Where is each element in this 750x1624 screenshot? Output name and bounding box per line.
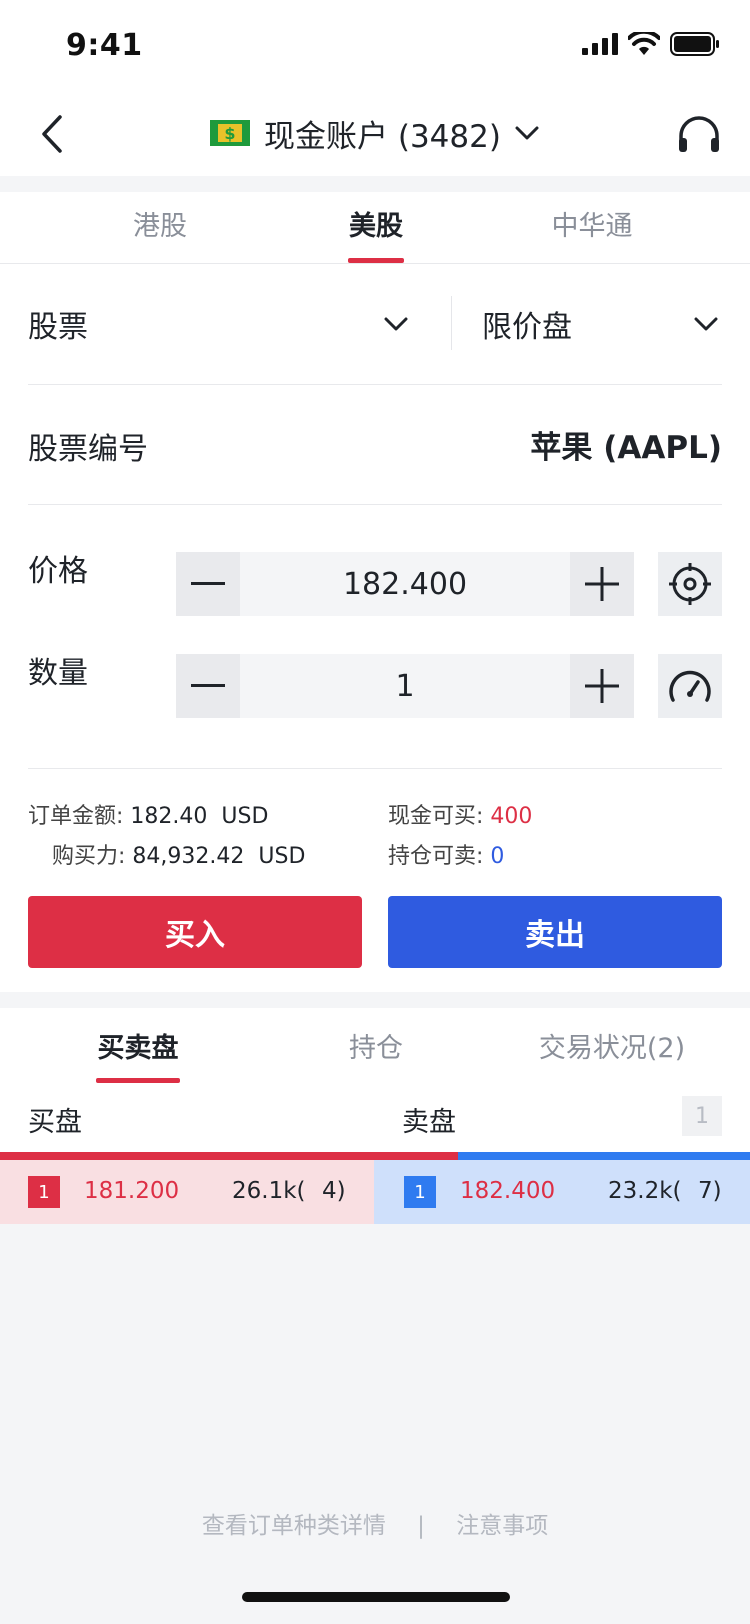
tab-order-book[interactable]: 买卖盘 xyxy=(78,1026,198,1065)
battery-icon xyxy=(670,32,719,56)
stock-code-label: 股票编号 xyxy=(28,432,148,467)
home-indicator[interactable] xyxy=(242,1592,510,1602)
divider xyxy=(28,504,722,505)
chevron-down-icon xyxy=(384,317,408,331)
nav-bar: $ 现金账户 (3482) xyxy=(0,92,750,176)
order-amount-label: 订单金额: xyxy=(28,804,124,829)
price-label: 价格 xyxy=(28,554,88,589)
type-selectors: 股票 限价盘 xyxy=(28,292,722,356)
quantity-input[interactable]: 1 xyxy=(240,669,570,704)
bid-header: 买盘 xyxy=(28,1107,82,1138)
cash-buyable-label: 现金可买: xyxy=(388,804,484,829)
minus-icon xyxy=(191,684,225,687)
bid-volume: 26.1k( xyxy=(232,1178,306,1204)
footer-separator: | xyxy=(417,1513,425,1539)
market-tabs: 港股 美股 中华通 xyxy=(0,192,750,264)
bottom-tabs: 买卖盘 持仓 交易状况(2) xyxy=(0,1008,750,1088)
max-quantity-button[interactable] xyxy=(658,654,722,718)
svg-text:$: $ xyxy=(224,124,235,143)
status-time: 9:41 xyxy=(66,28,143,63)
quantity-increment-button[interactable] xyxy=(570,654,634,718)
price-increment-button[interactable] xyxy=(570,552,634,616)
bid-count: 4) xyxy=(322,1178,346,1204)
position-sellable-value[interactable]: 0 xyxy=(490,844,504,869)
speedometer-icon xyxy=(669,670,711,702)
buying-power-value: 84,932.42 USD xyxy=(132,844,306,869)
buy-button[interactable]: 买入 xyxy=(28,896,362,968)
chevron-down-icon xyxy=(694,317,718,331)
customer-service-button[interactable] xyxy=(676,112,722,158)
order-book: 买盘 卖盘 1 1 181.200 26.1k( 4) 1 182.400 23… xyxy=(0,1088,750,1224)
tab-us[interactable]: 美股 xyxy=(296,204,456,243)
buying-power-label: 购买力: xyxy=(52,844,126,869)
back-button[interactable] xyxy=(30,108,74,160)
order-amount-value: 182.40 USD xyxy=(130,804,269,829)
signal-icon xyxy=(582,33,618,55)
status-bar: 9:41 xyxy=(0,0,750,92)
minus-icon xyxy=(191,582,225,585)
ask-level-badge: 1 xyxy=(404,1176,436,1208)
cash-buyable-row: 现金可买: 400 xyxy=(388,798,532,830)
price-target-button[interactable] xyxy=(658,552,722,616)
price-stepper: 182.400 xyxy=(176,552,634,616)
tab-trade-status[interactable]: 交易状况(2) xyxy=(520,1026,704,1065)
order-type-value: 限价盘 xyxy=(482,310,572,345)
bid-level-badge: 1 xyxy=(28,1176,60,1208)
target-icon xyxy=(669,563,711,605)
active-tab-indicator xyxy=(96,1078,180,1083)
plus-icon xyxy=(585,669,619,703)
depth-selector[interactable]: 1 xyxy=(682,1096,722,1136)
tab-hk[interactable]: 港股 xyxy=(80,204,240,243)
quantity-decrement-button[interactable] xyxy=(176,654,240,718)
account-title: 现金账户 (3482) xyxy=(264,118,501,155)
position-sellable-label: 持仓可卖: xyxy=(388,844,484,869)
order-amount-row: 订单金额: 182.40 USD xyxy=(28,798,268,830)
bid-level-row[interactable]: 1 181.200 26.1k( 4) xyxy=(0,1160,374,1224)
notes-link[interactable]: 注意事项 xyxy=(456,1506,548,1540)
product-type-value: 股票 xyxy=(28,310,88,345)
ask-volume: 23.2k( xyxy=(608,1178,682,1204)
price-decrement-button[interactable] xyxy=(176,552,240,616)
ask-header: 卖盘 xyxy=(402,1107,456,1138)
sell-button[interactable]: 卖出 xyxy=(388,896,722,968)
quantity-label: 数量 xyxy=(28,656,88,691)
chevron-down-icon xyxy=(515,126,539,140)
cash-buyable-value[interactable]: 400 xyxy=(490,804,532,829)
order-type-dropdown[interactable]: 限价盘 xyxy=(482,292,722,356)
ask-price: 182.400 xyxy=(460,1178,556,1204)
headset-icon xyxy=(679,116,719,152)
order-types-link[interactable]: 查看订单种类详情 xyxy=(202,1506,386,1540)
quantity-stepper: 1 xyxy=(176,654,634,718)
ask-count: 7) xyxy=(698,1178,722,1204)
back-icon xyxy=(42,115,62,153)
stock-code-value[interactable]: 苹果 (AAPL) xyxy=(530,422,722,467)
product-type-dropdown[interactable]: 股票 xyxy=(28,292,418,356)
selector-divider xyxy=(451,296,452,350)
tab-china-connect[interactable]: 中华通 xyxy=(512,204,672,243)
cash-flag-icon: $ xyxy=(210,120,250,146)
plus-icon xyxy=(585,567,619,601)
price-input[interactable]: 182.400 xyxy=(240,567,570,602)
status-icons xyxy=(582,32,720,56)
ask-level-row[interactable]: 1 182.400 23.2k( 7) xyxy=(374,1160,750,1224)
divider xyxy=(28,384,722,385)
wifi-icon xyxy=(628,32,660,55)
ask-ratio-bar xyxy=(458,1152,750,1160)
footer-links: 查看订单种类详情 | 注意事项 xyxy=(0,1506,750,1540)
order-form: 股票 限价盘 股票编号 苹果 (AAPL) 价格 182.400 数量 1 订单… xyxy=(0,264,750,992)
position-sellable-row: 持仓可卖: 0 xyxy=(388,838,504,870)
account-selector[interactable]: $ 现金账户 (3482) xyxy=(210,110,539,156)
bid-price: 181.200 xyxy=(84,1178,180,1204)
tab-positions[interactable]: 持仓 xyxy=(316,1026,436,1065)
buying-power-row: 购买力: 84,932.42 USD xyxy=(52,838,305,870)
bid-ratio-bar xyxy=(0,1152,458,1160)
divider xyxy=(28,768,722,769)
active-tab-indicator xyxy=(348,258,404,263)
